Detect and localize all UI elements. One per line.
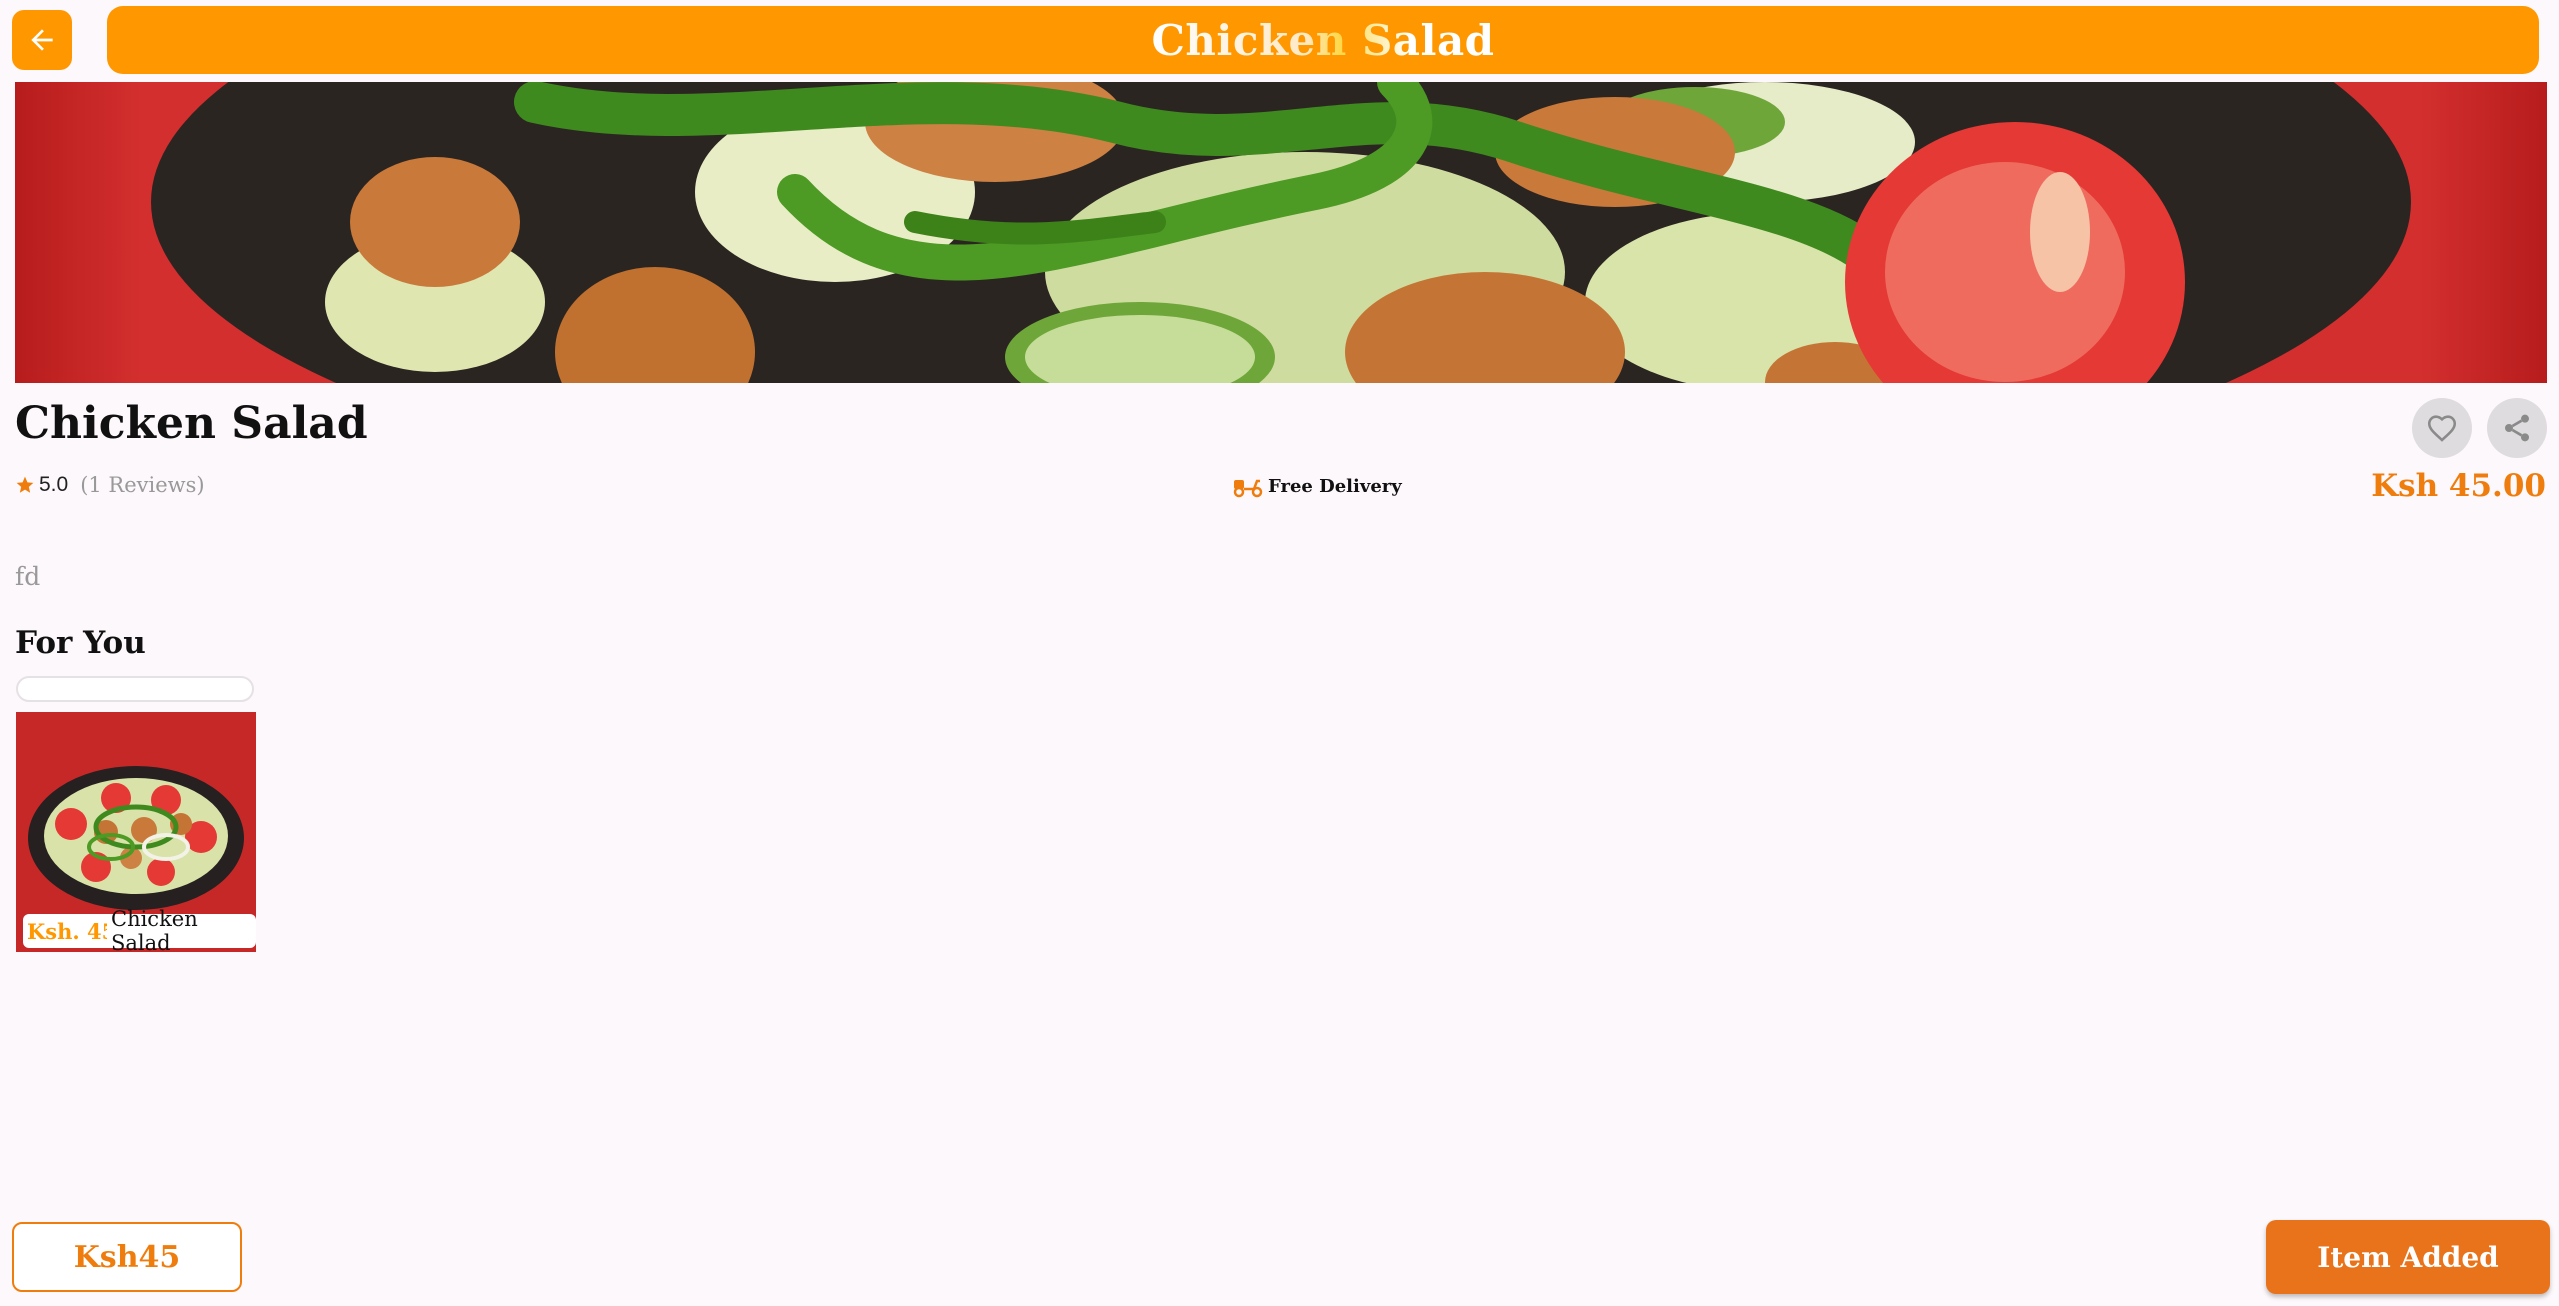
item-title: Chicken Salad [15, 398, 368, 449]
total-price-pill: Ksh45 [12, 1222, 242, 1292]
recommendation-name: Chicken Salad [107, 907, 256, 952]
item-description: fd [15, 562, 41, 591]
title-bar: Chicken Salad [107, 6, 2539, 74]
recommendation-price: Ksh. 45 [23, 914, 121, 948]
share-button[interactable] [2487, 398, 2547, 458]
delivery-info: Free Delivery [1232, 474, 1402, 498]
back-button[interactable] [12, 10, 72, 70]
favorite-button[interactable] [2412, 398, 2472, 458]
rating-score: 5.0 [39, 473, 69, 496]
recommendation-card[interactable]: Ksh. 45 Chicken Salad [16, 712, 256, 952]
item-price: Ksh 45.00 [2371, 468, 2546, 504]
delivery-label: Free Delivery [1268, 475, 1402, 497]
item-added-button[interactable]: Item Added [2266, 1220, 2550, 1294]
scooter-icon [1233, 479, 1263, 498]
item-hero-image [15, 82, 2547, 383]
category-pill[interactable] [16, 676, 254, 702]
heart-icon [2427, 415, 2457, 442]
share-icon [2505, 414, 2529, 442]
page-title: Chicken Salad [1151, 15, 1495, 65]
rating: 5.0 (1 Reviews) [15, 473, 205, 497]
review-count: (1 Reviews) [80, 473, 205, 497]
section-title-for-you: For You [15, 625, 146, 661]
arrow-left-icon [31, 29, 53, 51]
star-icon [16, 476, 34, 493]
